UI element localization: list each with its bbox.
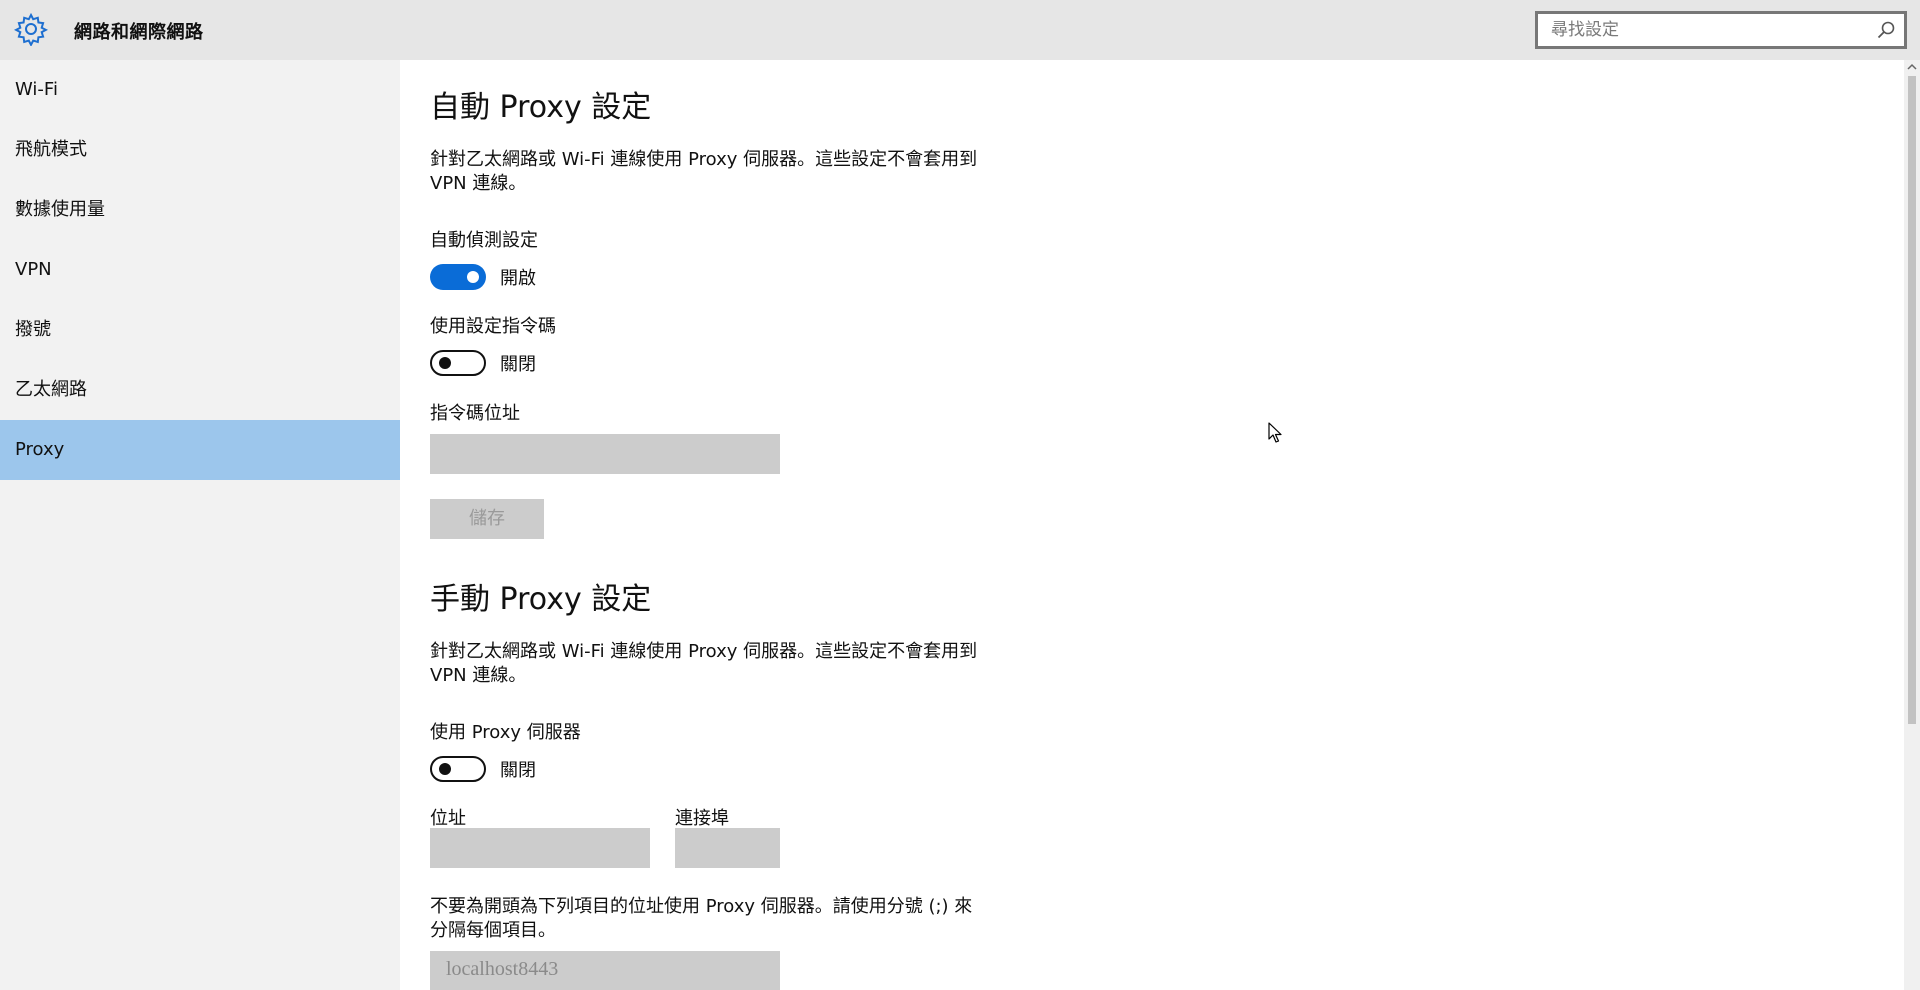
use-proxy-state: 關閉 [500, 760, 536, 781]
auto-detect-state: 開啟 [500, 268, 536, 289]
port-field[interactable] [675, 828, 780, 868]
toggle-knob [467, 271, 479, 283]
script-address-field[interactable] [430, 434, 780, 474]
title-bar: 網路和網際網路 [0, 0, 1920, 60]
sidebar-item-wifi[interactable]: Wi-Fi [0, 60, 400, 120]
use-script-label: 使用設定指令碼 [430, 316, 556, 337]
mouse-cursor-icon [1268, 422, 1282, 443]
exceptions-description: 不要為開頭為下列項目的位址使用 Proxy 伺服器。請使用分號 (;) 來分隔每… [430, 896, 973, 941]
search-input[interactable] [1538, 14, 1858, 46]
proxy-settings-panel: 自動 Proxy 設定 針對乙太網路或 Wi-Fi 連線使用 Proxy 伺服器… [400, 60, 1904, 990]
auto-proxy-description: 針對乙太網路或 Wi-Fi 連線使用 Proxy 伺服器。這些設定不會套用到 V… [430, 149, 978, 194]
use-script-state: 關閉 [500, 354, 536, 375]
app-title: 網路和網際網路 [74, 22, 204, 43]
script-address-label: 指令碼位址 [430, 403, 520, 424]
auto-proxy-heading: 自動 Proxy 設定 [430, 90, 652, 125]
sidebar-item-ethernet[interactable]: 乙太網路 [0, 360, 400, 420]
auto-detect-label: 自動偵測設定 [430, 230, 538, 251]
address-field[interactable] [430, 828, 650, 868]
scrollbar-thumb[interactable] [1908, 76, 1916, 724]
sidebar-item-vpn[interactable]: VPN [0, 240, 400, 300]
use-proxy-toggle[interactable] [430, 756, 486, 782]
sidebar-item-proxy[interactable]: Proxy [0, 420, 400, 480]
use-script-toggle[interactable] [430, 350, 486, 376]
use-proxy-label: 使用 Proxy 伺服器 [430, 722, 581, 743]
exceptions-field[interactable]: localhost8443 [430, 951, 780, 990]
port-label: 連接埠 [675, 808, 729, 829]
search-icon[interactable] [1876, 20, 1896, 40]
sidebar-item-dial-up[interactable]: 撥號 [0, 300, 400, 360]
manual-proxy-description: 針對乙太網路或 Wi-Fi 連線使用 Proxy 伺服器。這些設定不會套用到 V… [430, 641, 978, 686]
sidebar-item-data-usage[interactable]: 數據使用量 [0, 180, 400, 240]
sidebar-item-airplane-mode[interactable]: 飛航模式 [0, 120, 400, 180]
manual-proxy-heading: 手動 Proxy 設定 [430, 582, 652, 617]
toggle-knob [439, 763, 451, 775]
address-label: 位址 [430, 808, 466, 829]
chevron-up-icon[interactable] [1907, 62, 1917, 72]
search-box[interactable] [1535, 11, 1907, 49]
save-button[interactable]: 儲存 [430, 499, 544, 539]
auto-detect-toggle[interactable] [430, 264, 486, 290]
sidebar: Wi-Fi 飛航模式 數據使用量 VPN 撥號 乙太網路 Proxy [0, 60, 400, 990]
vertical-scrollbar[interactable] [1904, 60, 1920, 990]
exceptions-value: localhost8443 [446, 958, 559, 980]
gear-icon [14, 12, 48, 46]
toggle-knob [439, 357, 451, 369]
